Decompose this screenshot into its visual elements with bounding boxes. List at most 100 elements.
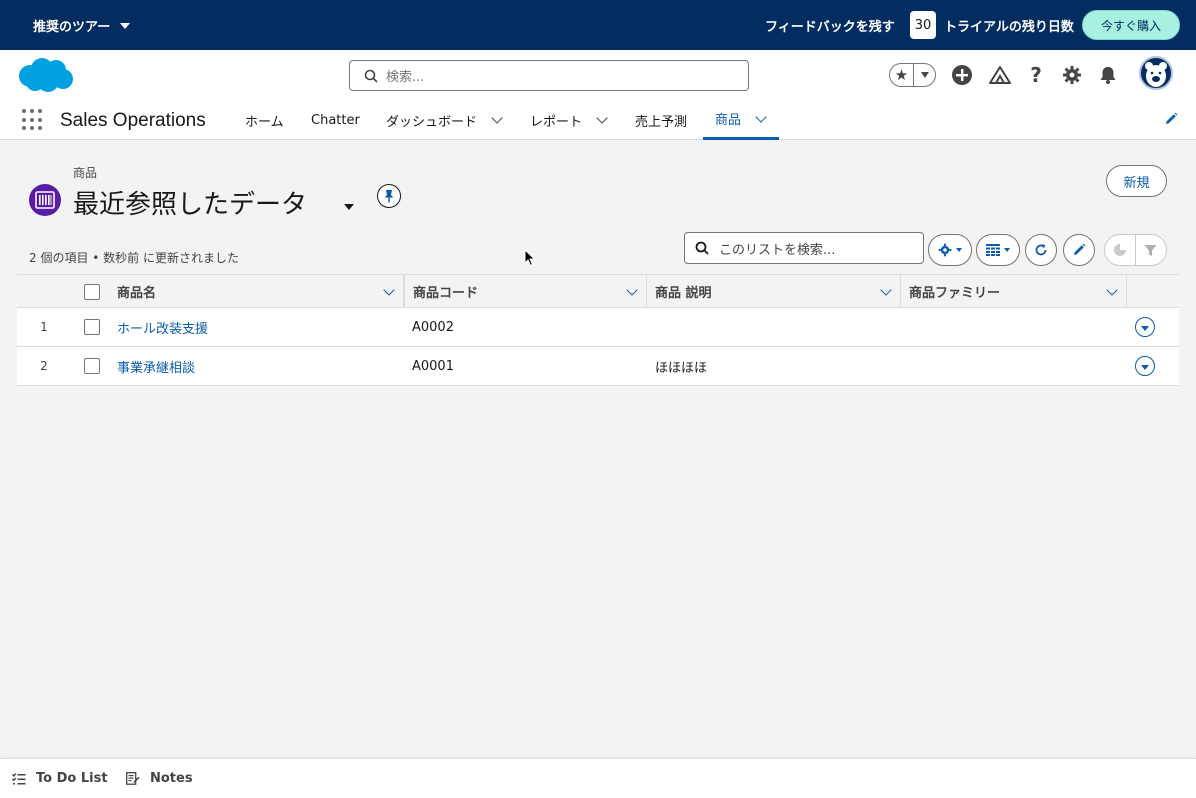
trailhead-icon <box>989 66 1011 84</box>
nav-item-label: 売上予測 <box>635 114 688 130</box>
favorites-dropdown[interactable] <box>914 72 935 78</box>
star-icon[interactable]: ★ <box>890 64 914 86</box>
column-header-label: 商品 説明 <box>655 286 712 301</box>
object-label: 商品 <box>73 166 98 180</box>
global-actions-button[interactable] <box>951 64 973 86</box>
list-view-switcher-icon[interactable] <box>344 204 354 210</box>
pin-icon <box>384 190 394 203</box>
row-number: 2 <box>40 359 48 373</box>
global-search-input[interactable]: 検索... <box>349 60 749 91</box>
table-row: 2 事業承継相談 A0001 ほほほほ <box>17 347 1179 386</box>
setup-button[interactable] <box>1061 64 1083 86</box>
product-code: A0001 <box>412 358 454 374</box>
salesforce-logo[interactable] <box>16 56 74 98</box>
list-view-controls-button[interactable] <box>928 234 972 266</box>
column-header-label: 商品名 <box>117 286 157 301</box>
gear-icon <box>1063 66 1081 84</box>
product-description: ほほほほ <box>655 360 708 376</box>
pencil-icon <box>1166 112 1178 124</box>
list-search-input[interactable]: このリストを検索... <box>684 232 924 264</box>
app-launcher-icon[interactable] <box>22 109 44 131</box>
nav-item-products[interactable]: 商品 <box>703 100 779 140</box>
search-icon <box>364 69 378 83</box>
row-select-cell <box>84 347 100 385</box>
help-button[interactable]: ? <box>1025 63 1047 87</box>
product-name-link[interactable]: 事業承継相談 <box>117 347 195 385</box>
chevron-down-icon[interactable] <box>596 112 608 124</box>
row-actions-button[interactable] <box>1135 317 1155 337</box>
notifications-button[interactable] <box>1097 64 1119 86</box>
filter-icon <box>1144 244 1157 256</box>
trial-days-count: 30 <box>910 11 936 39</box>
favorites-button[interactable]: ★ <box>889 63 936 87</box>
caret-down-icon <box>920 72 929 78</box>
column-header-name[interactable]: 商品名 <box>109 275 404 308</box>
global-header: 検索... ★ ? <box>0 50 1196 100</box>
feedback-link[interactable]: フィードバックを残す <box>765 16 895 35</box>
add-icon <box>952 65 972 85</box>
column-header-code[interactable]: 商品コード <box>404 275 647 308</box>
nav-item-label: レポート <box>530 114 583 130</box>
pin-list-view-button[interactable] <box>377 184 401 208</box>
caret-down-icon <box>1004 248 1010 252</box>
todo-list-button[interactable]: To Do List <box>12 771 108 786</box>
display-as-button[interactable] <box>976 234 1020 266</box>
inline-edit-button[interactable] <box>1063 234 1095 266</box>
chevron-down-icon[interactable] <box>755 110 767 123</box>
row-number: 1 <box>40 320 48 334</box>
table-header: 商品名 商品コード 商品 説明 商品ファミリー <box>17 275 1179 308</box>
trailhead-button[interactable] <box>989 64 1011 86</box>
nav-item-home[interactable]: ホーム <box>245 100 284 140</box>
nav-item-reports[interactable]: レポート <box>530 100 608 140</box>
row-checkbox[interactable] <box>84 319 100 335</box>
nav-item-dashboards[interactable]: ダッシュボード <box>386 100 503 140</box>
trial-banner: 推奨のツアー フィードバックを残す 30 トライアルの残り日数 今すぐ購入 <box>0 0 1196 50</box>
select-all-cell <box>84 275 100 308</box>
row-actions-button[interactable] <box>1135 356 1155 376</box>
chevron-down-icon[interactable] <box>880 284 892 296</box>
filter-button[interactable] <box>1136 235 1166 265</box>
gear-icon <box>938 243 952 257</box>
product-code: A0002 <box>412 319 454 335</box>
nav-item-label: ホーム <box>245 114 284 130</box>
global-search-placeholder: 検索... <box>386 70 425 85</box>
notes-button[interactable]: Notes <box>126 771 193 786</box>
chevron-down-icon[interactable] <box>626 284 638 296</box>
chart-button[interactable] <box>1105 235 1136 265</box>
column-header-label: 商品ファミリー <box>909 286 1001 301</box>
list-view-title[interactable]: 最近参照したデータ <box>73 184 307 221</box>
mouse-cursor-icon <box>524 249 536 267</box>
pie-chart-icon <box>1113 244 1126 256</box>
refresh-icon <box>1035 244 1047 256</box>
nav-item-label: ダッシュボード <box>386 114 478 130</box>
column-header-family[interactable]: 商品ファミリー <box>901 275 1127 308</box>
nav-item-chatter[interactable]: Chatter <box>311 100 360 140</box>
row-actions-cell <box>1135 347 1155 385</box>
guided-tour-menu[interactable]: 推奨のツアー <box>33 16 131 35</box>
caret-down-icon <box>1141 325 1149 331</box>
column-header-description[interactable]: 商品 説明 <box>647 275 901 308</box>
chevron-down-icon[interactable] <box>383 284 395 296</box>
note-icon <box>126 772 140 785</box>
notes-label: Notes <box>150 771 193 786</box>
product-name-link[interactable]: ホール改装支援 <box>117 308 208 346</box>
app-navigation: Sales Operations ホーム Chatter ダッシュボード レポー… <box>0 100 1196 140</box>
new-button[interactable]: 新規 <box>1106 165 1167 197</box>
user-avatar[interactable] <box>1139 56 1173 90</box>
search-icon <box>695 241 709 255</box>
list-search-placeholder: このリストを検索... <box>719 242 836 258</box>
edit-nav-button[interactable] <box>1164 112 1178 130</box>
caret-down-icon <box>956 248 962 252</box>
select-all-checkbox[interactable] <box>84 283 100 300</box>
table-row: 1 ホール改装支援 A0002 <box>17 308 1179 347</box>
row-checkbox[interactable] <box>84 358 100 374</box>
refresh-button[interactable] <box>1025 234 1057 266</box>
guided-tour-label: 推奨のツアー <box>33 20 111 35</box>
buy-now-button[interactable]: 今すぐ購入 <box>1082 10 1180 40</box>
column-header-label: 商品コード <box>413 286 479 301</box>
table-icon <box>986 244 1000 256</box>
chevron-down-icon[interactable] <box>1106 284 1118 296</box>
nav-item-forecasts[interactable]: 売上予測 <box>635 100 687 140</box>
caret-down-icon <box>120 22 131 29</box>
chevron-down-icon[interactable] <box>491 112 503 124</box>
